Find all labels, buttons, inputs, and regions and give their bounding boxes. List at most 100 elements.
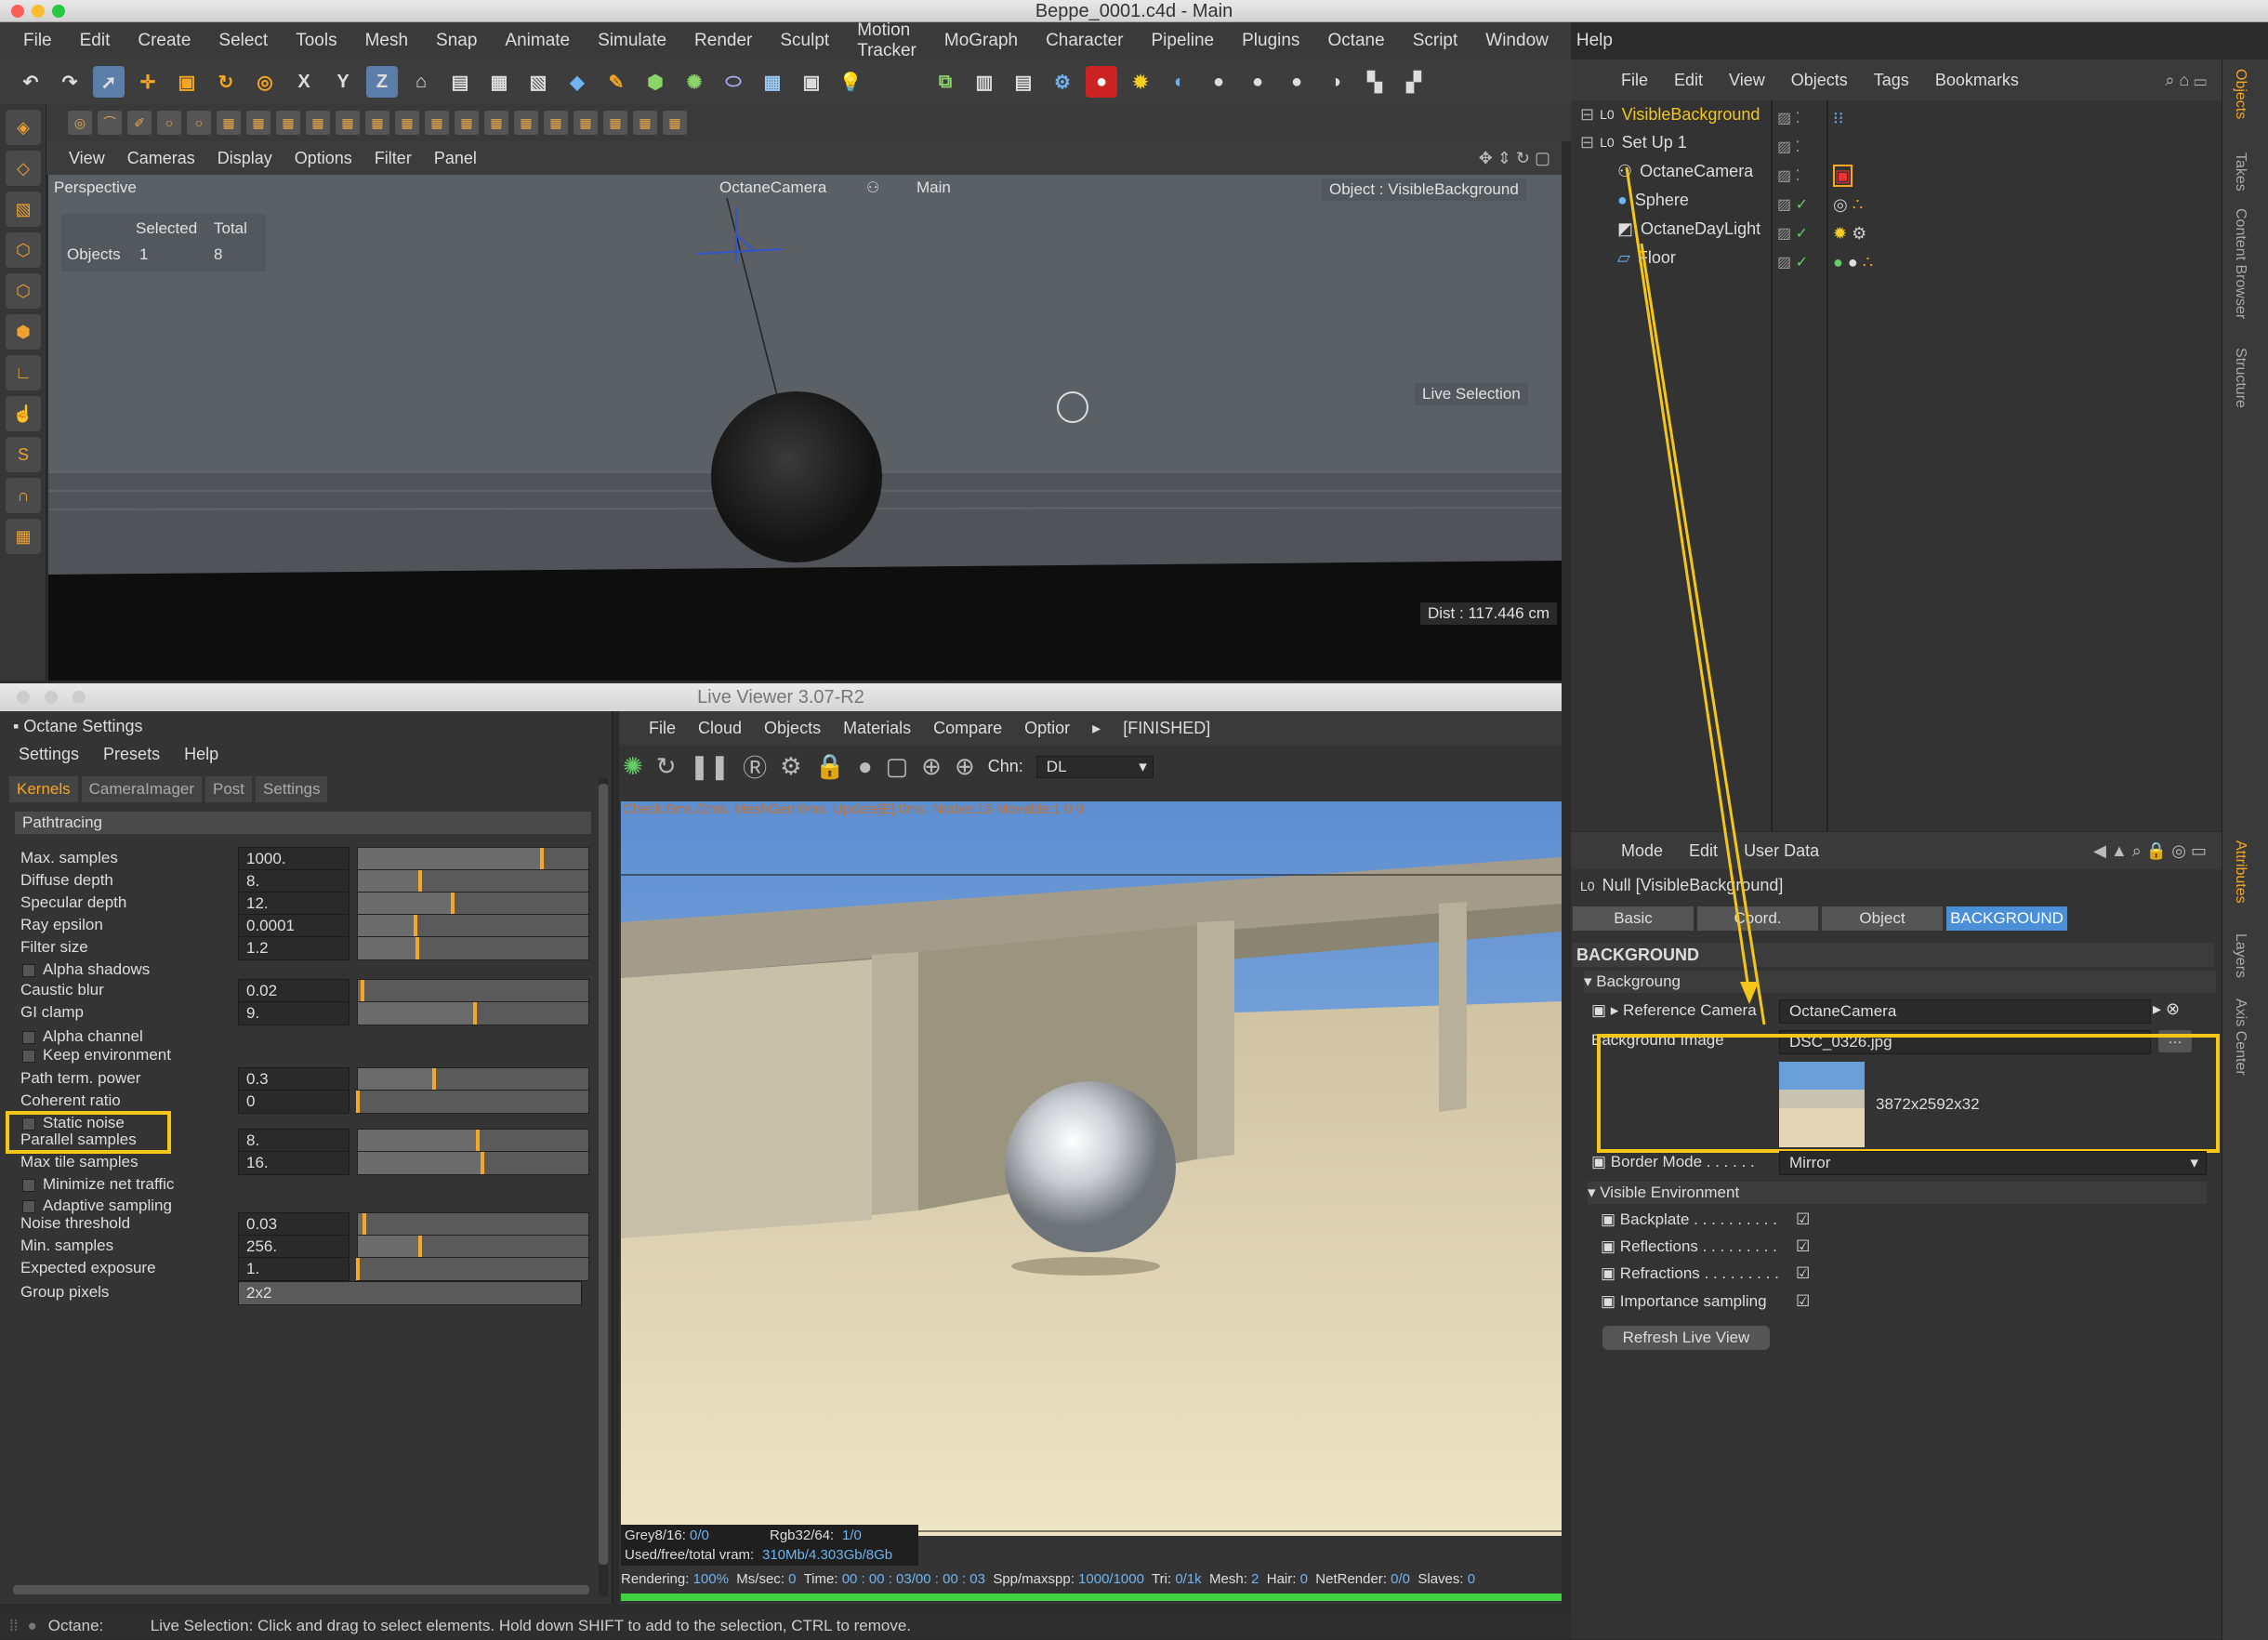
menu-help[interactable]: Help [1563, 31, 1627, 51]
check-importance-sampling[interactable]: ▣ Importance sampling ☑ [1601, 1292, 1810, 1311]
obj-menu-file[interactable]: File [1608, 71, 1661, 90]
group-background-header[interactable]: ▾ Backgroung [1584, 971, 2216, 993]
octane-daylight-icon[interactable]: ✹ [1125, 66, 1156, 98]
caustic-blur-input[interactable]: 0.02 [238, 979, 349, 1003]
obj-menu-edit[interactable]: Edit [1661, 71, 1716, 90]
octane-settings-icon[interactable]: ⚙ [1047, 66, 1078, 98]
os-tab-settings[interactable]: Settings [256, 776, 328, 802]
min-samples-slider[interactable] [357, 1235, 589, 1259]
coherent-ratio-slider[interactable] [356, 1090, 589, 1114]
noise-threshold-slider[interactable] [357, 1212, 589, 1237]
lv-minimize-button[interactable] [45, 691, 58, 704]
check-backplate[interactable]: ▣ Backplate . . . . . . . . . . ☑ [1601, 1210, 1810, 1229]
alpha-shadows-checkbox[interactable] [22, 964, 35, 977]
group-pixels-input[interactable]: 2x2 [238, 1281, 582, 1305]
menu-simulate[interactable]: Simulate [584, 31, 680, 51]
grid-tool-2-icon[interactable]: ▦ [246, 111, 270, 135]
menu-character[interactable]: Character [1032, 31, 1137, 51]
polygons-mode-icon[interactable]: ⬢ [6, 314, 41, 350]
specular-depth-input[interactable]: 12. [238, 892, 349, 916]
channel-select[interactable]: DL ▾ [1035, 755, 1154, 778]
lv-menu-more-icon[interactable]: ▸ [1081, 719, 1112, 738]
noise-threshold-input[interactable]: 0.03 [238, 1212, 349, 1237]
object-row-setup[interactable]: ⊟ L0 Set Up 1 [1580, 128, 1687, 156]
restart-render-icon[interactable]: ↻ [656, 752, 677, 781]
menu-snap[interactable]: Snap [422, 31, 491, 51]
coherent-ratio-input[interactable]: 0 [238, 1090, 349, 1114]
lv-maximize-button[interactable] [73, 691, 86, 704]
menu-render[interactable]: Render [680, 31, 766, 51]
os-tab-kernels[interactable]: Kernels [9, 776, 78, 802]
recent-tool-icon[interactable]: ◎ [249, 66, 281, 98]
region-render-icon[interactable]: Ⓡ [743, 749, 767, 784]
group-visible-env-header[interactable]: ▾ Visible Environment [1588, 1182, 2207, 1204]
refresh-live-view-button[interactable]: Refresh Live View [1602, 1326, 1770, 1350]
reference-camera-field[interactable]: OctaneCamera [1779, 999, 2151, 1024]
render-output[interactable]: Check:0ms./2ms. MeshGen:0ms. Update[E]:0… [621, 801, 1562, 1536]
solo-icon[interactable]: S [6, 437, 41, 472]
magnet-icon[interactable]: ∩ [6, 478, 41, 513]
border-mode-select[interactable]: Mirror ▾ [1779, 1151, 2207, 1175]
filter-size-slider[interactable] [357, 936, 589, 960]
octane-camera-icon[interactable]: ● [1086, 66, 1117, 98]
path-term-power-slider[interactable] [357, 1067, 589, 1091]
ray-epsilon-slider[interactable] [357, 914, 589, 938]
cube-icon[interactable]: ◆ [561, 66, 593, 98]
grid-tool-1-icon[interactable]: ▦ [217, 111, 241, 135]
attr-tab-basic[interactable]: Basic [1573, 906, 1694, 931]
diffuse-depth-slider[interactable] [357, 869, 589, 893]
reflections-checkbox[interactable]: ☑ [1796, 1237, 1810, 1256]
edges-mode-icon[interactable]: ⬡ [6, 273, 41, 309]
side-tab-attributes[interactable]: Attributes [2232, 840, 2248, 904]
grid-tool-3-icon[interactable]: ▦ [276, 111, 300, 135]
floor-material-icon[interactable]: ● [1848, 253, 1858, 271]
grid-tool-13-icon[interactable]: ▦ [574, 111, 598, 135]
coordinate-system-icon[interactable]: ⌂ [405, 66, 437, 98]
menu-mesh[interactable]: Mesh [351, 31, 422, 51]
model-mode-icon[interactable]: ◇ [6, 151, 41, 186]
deformer-icon[interactable]: ⬭ [718, 66, 749, 98]
floor-extra-tag-icon[interactable]: ∴ [1863, 253, 1873, 271]
viewport-camera-label[interactable]: OctaneCamera [719, 179, 826, 197]
menu-window[interactable]: Window [1471, 31, 1563, 51]
os-horizontal-scrollbar[interactable] [13, 1585, 589, 1594]
grid-tool-10-icon[interactable]: ▦ [484, 111, 508, 135]
side-tab-takes[interactable]: Takes [2232, 152, 2248, 192]
obj-menu-objects[interactable]: Objects [1778, 71, 1861, 90]
keep-environment-checkbox[interactable] [22, 1050, 35, 1063]
menu-pipeline[interactable]: Pipeline [1138, 31, 1229, 51]
path-term-power-input[interactable]: 0.3 [238, 1067, 349, 1091]
object-tags-column[interactable]: ⁝⁝ ▣ ◎ ∴ ✹ ⚙ ● ● ∴ [1833, 104, 1873, 277]
viewport-menu-options[interactable]: Options [284, 149, 363, 168]
object-row-octanedaylight[interactable]: ◩ OctaneDayLight [1617, 215, 1760, 243]
grid-tool-11-icon[interactable]: ▦ [514, 111, 538, 135]
attr-nav-icons[interactable]: ◀ ▲ ⌕ 🔒 ◎ ▭ [2080, 841, 2222, 861]
obj-menu-bookmarks[interactable]: Bookmarks [1922, 71, 2032, 90]
viewport-menu-view[interactable]: View [58, 149, 116, 168]
grid-tool-9-icon[interactable]: ▦ [455, 111, 479, 135]
material-preview-icon[interactable]: ● [858, 752, 873, 781]
object-row-sphere[interactable]: ● Sphere [1617, 186, 1689, 214]
lv-close-button[interactable] [17, 691, 30, 704]
grid-tool-14-icon[interactable]: ▦ [603, 111, 627, 135]
side-tab-axis-center[interactable]: Axis Center [2232, 999, 2248, 1076]
obj-menu-tags[interactable]: Tags [1861, 71, 1922, 90]
menu-animate[interactable]: Animate [491, 31, 584, 51]
camera-icon[interactable]: ▣ [796, 66, 827, 98]
max-tile-samples-input[interactable]: 16. [238, 1151, 349, 1175]
ray-epsilon-input[interactable]: 0.0001 [238, 914, 349, 938]
reference-camera-picker-icon[interactable]: ▸ ⊗ [2153, 999, 2180, 1019]
viewport-menu-filter[interactable]: Filter [363, 149, 423, 168]
side-tab-content-browser[interactable]: Content Browser [2232, 208, 2248, 319]
os-menu-presets[interactable]: Presets [103, 745, 160, 764]
grid-tool-7-icon[interactable]: ▦ [395, 111, 419, 135]
ring-icon[interactable]: ○ [187, 111, 211, 135]
menu-tools[interactable]: Tools [282, 31, 350, 51]
octane-render-icon[interactable]: ▥ [969, 66, 1000, 98]
expected-exposure-input[interactable]: 1. [238, 1257, 349, 1281]
adaptive-sampling-checkbox[interactable] [22, 1200, 35, 1213]
rotate-tool-icon[interactable]: ↻ [210, 66, 242, 98]
move-tool-icon[interactable]: ✛ [132, 66, 164, 98]
kernel-select[interactable]: Pathtracing [15, 812, 591, 834]
attr-tab-background[interactable]: BACKGROUND [1946, 906, 2067, 931]
